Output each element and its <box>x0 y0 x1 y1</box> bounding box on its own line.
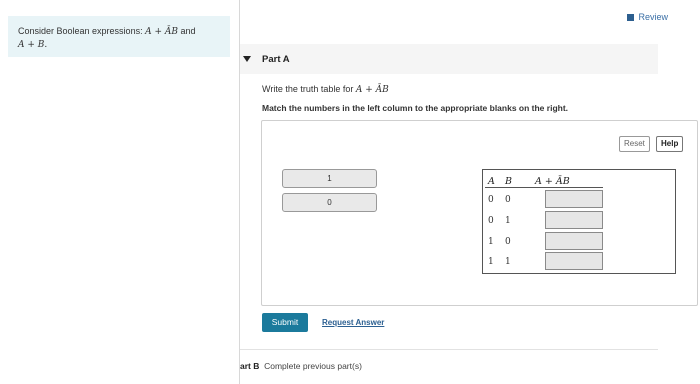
cell-b: 0 <box>505 195 511 205</box>
review-icon <box>627 13 635 21</box>
part-b-status: Complete previous part(s) <box>264 361 362 371</box>
instruction-expr: A + ĀB <box>355 85 389 95</box>
cell-a: 0 <box>488 216 494 226</box>
drag-tile-0[interactable]: 0 <box>282 193 377 212</box>
part-a-title: Part A <box>262 53 290 65</box>
review-link[interactable]: Review <box>627 12 668 22</box>
cell-b: 1 <box>505 216 511 226</box>
review-label: Review <box>638 12 668 22</box>
header-a: A <box>488 176 495 187</box>
header-underline <box>485 187 603 188</box>
answer-blank[interactable] <box>545 190 603 208</box>
match-instruction: Match the numbers in the left column to … <box>262 103 569 113</box>
question-text: Consider Boolean expressions: <box>18 26 146 36</box>
reset-button[interactable]: Reset <box>619 136 650 152</box>
question-expr-1: A + ĀB <box>145 27 178 37</box>
drag-tile-1[interactable]: 1 <box>282 169 377 188</box>
cell-b: 1 <box>505 257 511 267</box>
question-panel: Consider Boolean expressions: A + ĀB and… <box>8 16 230 57</box>
answer-blank[interactable] <box>545 211 603 229</box>
truth-table-instruction: Write the truth table for A + ĀB <box>262 84 389 95</box>
answer-blank[interactable] <box>545 252 603 270</box>
cell-a: 1 <box>488 237 494 247</box>
drag-drop-workspace: Reset Help 1 0 A B A + ĀB 0 0 0 1 1 0 1 … <box>261 120 698 306</box>
help-button[interactable]: Help <box>656 136 684 152</box>
request-answer-link[interactable]: Request Answer <box>322 318 384 327</box>
question-expr-2: A + B. <box>18 40 48 50</box>
header-expr: A + ĀB <box>535 176 570 187</box>
cell-b: 0 <box>505 237 511 247</box>
part-a-header[interactable]: Part A <box>240 44 658 74</box>
collapse-triangle-icon[interactable] <box>243 56 251 62</box>
cell-a: 0 <box>488 195 494 205</box>
question-connector: and <box>177 26 196 36</box>
part-b-title: art B <box>240 361 260 371</box>
instruction-text: Write the truth table for <box>262 84 356 94</box>
cell-a: 1 <box>488 257 494 267</box>
part-b-header[interactable]: art B Complete previous part(s) <box>240 361 362 371</box>
submit-button[interactable]: Submit <box>262 313 308 332</box>
header-b: B <box>505 176 512 187</box>
answer-blank[interactable] <box>545 232 603 250</box>
divider <box>240 349 658 350</box>
truth-table: A B A + ĀB 0 0 0 1 1 0 1 1 <box>482 169 676 274</box>
